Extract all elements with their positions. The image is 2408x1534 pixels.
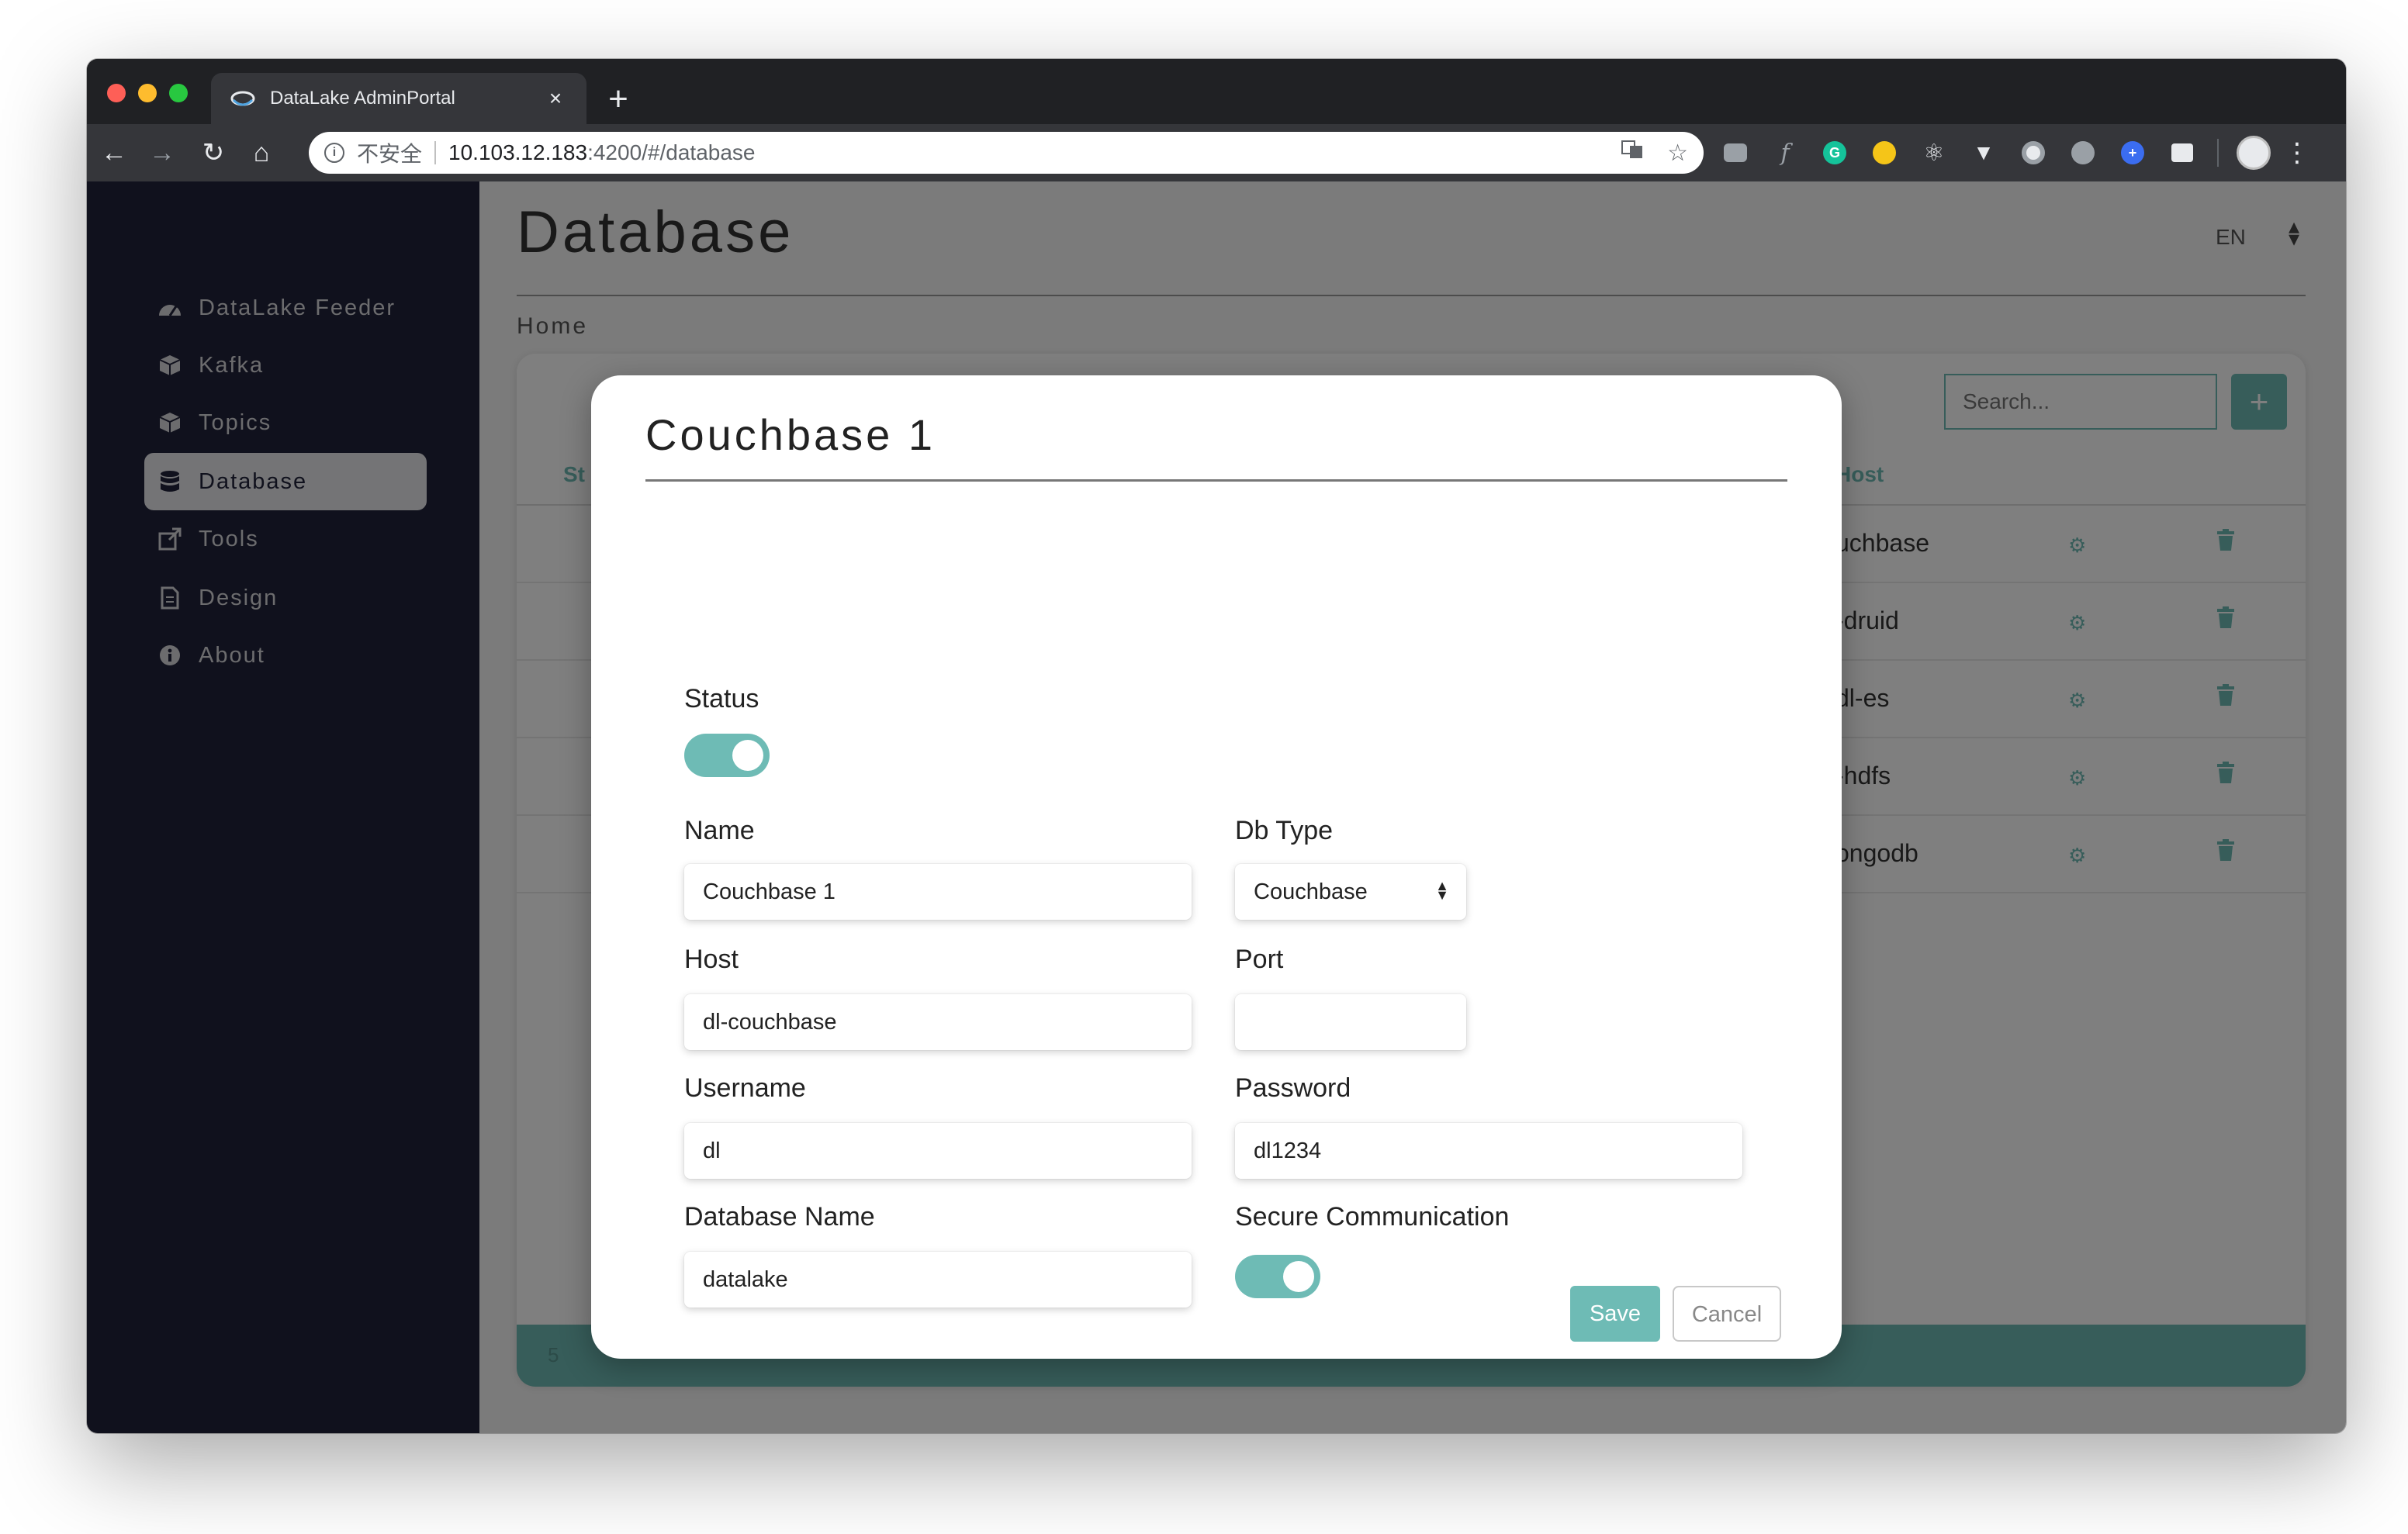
extensions-bar: f G ⚛ ▼ + ⋮ — [1716, 133, 2310, 172]
yellow-extension-icon[interactable] — [1865, 133, 1904, 172]
camera-extension-icon[interactable] — [1716, 133, 1755, 172]
port-label: Port — [1235, 945, 1284, 974]
host-label: Host — [684, 945, 739, 974]
refresh-extension-icon[interactable] — [2064, 133, 2102, 172]
plus-extension-icon[interactable]: + — [2113, 133, 2152, 172]
forward-icon[interactable]: → — [143, 133, 182, 172]
datalake-favicon-icon — [230, 85, 256, 112]
new-tab-button[interactable]: + — [599, 81, 638, 119]
grammarly-extension-icon[interactable]: G — [1815, 133, 1854, 172]
home-icon[interactable]: ⌂ — [242, 133, 281, 172]
name-label: Name — [684, 816, 755, 845]
db-type-select[interactable]: Couchbase ▲ ▼ — [1235, 864, 1466, 920]
host-input[interactable]: dl-couchbase — [684, 994, 1192, 1050]
browser-tab[interactable]: DataLake AdminPortal × — [211, 73, 586, 124]
maximize-window-button[interactable] — [169, 84, 188, 102]
close-window-button[interactable] — [107, 84, 126, 102]
tab-close-icon[interactable]: × — [543, 86, 568, 111]
page-viewport: DataLake Feeder Kafka Topics Database — [87, 181, 2346, 1433]
database-name-label: Database Name — [684, 1202, 875, 1232]
secure-communication-label: Secure Communication — [1235, 1202, 1510, 1232]
url-divider — [434, 141, 437, 164]
select-arrows-icon: ▲ ▼ — [1435, 878, 1449, 903]
translate-icon[interactable] — [1621, 138, 1644, 168]
bookmark-star-icon[interactable]: ☆ — [1667, 140, 1688, 167]
browser-window: DataLake AdminPortal × + ← → ↻ ⌂ i 不安全 1… — [87, 59, 2346, 1433]
record-extension-icon[interactable] — [2014, 133, 2053, 172]
dialog-title: Couchbase 1 — [645, 410, 936, 459]
tab-strip: DataLake AdminPortal × + — [87, 59, 2346, 124]
status-toggle[interactable] — [684, 734, 770, 777]
toggle-knob — [732, 740, 763, 771]
name-input[interactable]: Couchbase 1 — [684, 864, 1192, 920]
window-extension-icon[interactable] — [2163, 133, 2202, 172]
secure-communication-toggle[interactable] — [1235, 1255, 1320, 1298]
username-input[interactable]: dl — [684, 1123, 1192, 1179]
cancel-button[interactable]: Cancel — [1673, 1286, 1781, 1342]
address-bar[interactable]: i 不安全 10.103.12.183 :4200/#/database ☆ — [309, 132, 1704, 174]
reload-icon[interactable]: ↻ — [194, 133, 233, 172]
browser-menu-icon[interactable]: ⋮ — [2284, 137, 2310, 168]
formula-extension-icon[interactable]: f — [1766, 133, 1804, 172]
url-path: :4200/#/database — [587, 140, 756, 164]
password-label: Password — [1235, 1073, 1351, 1103]
database-name-input[interactable]: datalake — [684, 1252, 1192, 1308]
username-label: Username — [684, 1073, 806, 1103]
minimize-window-button[interactable] — [138, 84, 157, 102]
status-label: Status — [684, 684, 759, 713]
db-type-label: Db Type — [1235, 816, 1334, 845]
profile-avatar[interactable] — [2234, 133, 2273, 172]
dialog-title-divider — [645, 479, 1787, 482]
url-host: 10.103.12.183 — [448, 140, 588, 164]
edit-database-dialog: Couchbase 1 Status Name Couchbase 1 Db T… — [591, 375, 1842, 1359]
react-extension-icon[interactable]: ⚛ — [1915, 133, 1953, 172]
browser-toolbar: ← → ↻ ⌂ i 不安全 10.103.12.183 :4200/#/data… — [87, 124, 2346, 181]
vue-extension-icon[interactable]: ▼ — [1964, 133, 2003, 172]
toggle-knob — [1283, 1261, 1314, 1292]
tab-title: DataLake AdminPortal — [270, 88, 455, 109]
save-button[interactable]: Save — [1570, 1286, 1660, 1342]
password-input[interactable]: dl1234 — [1235, 1123, 1742, 1179]
db-type-value: Couchbase — [1254, 879, 1368, 904]
port-input[interactable] — [1235, 994, 1466, 1050]
security-label: 不安全 — [357, 142, 423, 166]
info-icon[interactable]: i — [324, 143, 344, 163]
extensions-divider — [2217, 139, 2219, 167]
back-icon[interactable]: ← — [95, 133, 133, 172]
